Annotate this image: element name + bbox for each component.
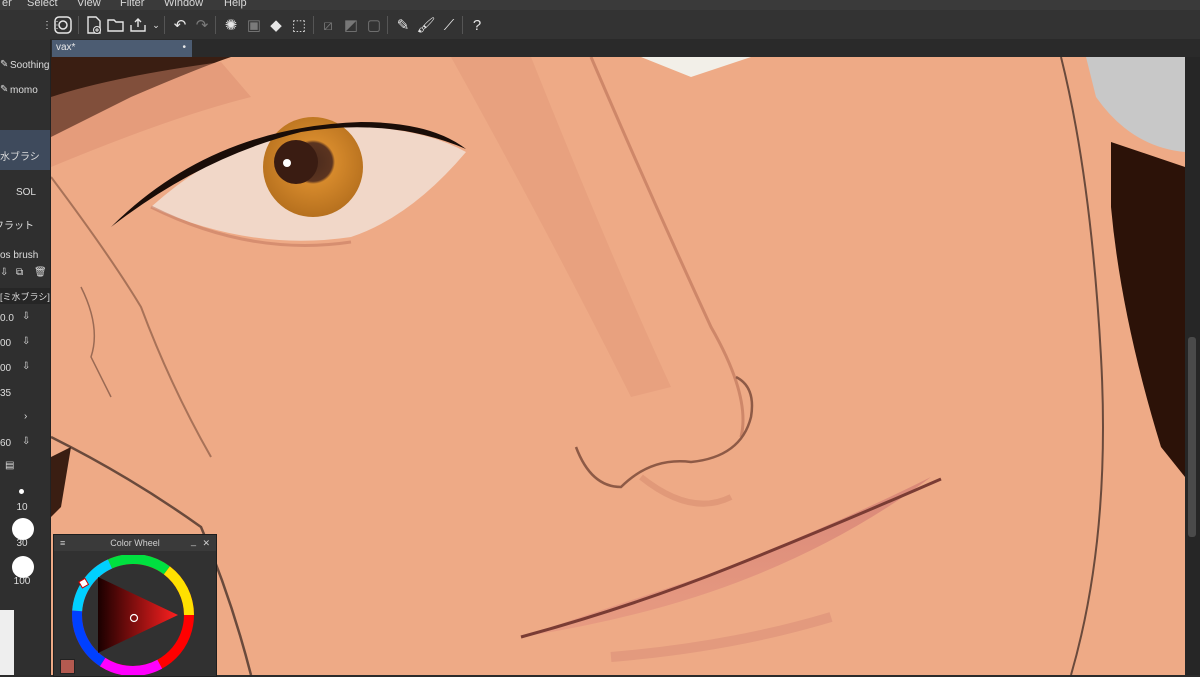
brush-name: 水ブラシ xyxy=(0,152,40,163)
property-value: 00 xyxy=(0,363,12,374)
brush-set-label: os brush xyxy=(0,250,39,261)
brush-size-dot-30[interactable] xyxy=(12,518,34,540)
brush-icon[interactable]: 🖌︎ xyxy=(416,15,436,35)
fill-icon[interactable]: ◆ xyxy=(266,15,286,35)
property-blend[interactable]: 35 xyxy=(0,383,50,405)
transform-icon[interactable]: ⬚ xyxy=(289,15,309,35)
current-color-swatch[interactable] xyxy=(60,659,75,674)
drawing-canvas[interactable] xyxy=(51,57,1185,675)
export-icon[interactable] xyxy=(128,15,148,35)
select-all-icon[interactable]: ▣ xyxy=(244,15,264,35)
help-icon[interactable]: ? xyxy=(467,15,487,35)
download-icon[interactable]: ⇩ xyxy=(0,267,8,278)
property-value: 00 xyxy=(0,338,12,349)
undo-icon[interactable]: ↶ xyxy=(170,15,190,35)
minimize-icon[interactable]: _ xyxy=(191,533,196,549)
close-icon[interactable]: ✕ xyxy=(202,535,210,551)
menu-window[interactable]: Window xyxy=(164,0,203,9)
download-icon[interactable]: ⇩ xyxy=(22,311,30,322)
menu-filter[interactable]: Filter xyxy=(120,0,144,9)
color-wheel-title: Color Wheel xyxy=(110,538,160,548)
property-opacity[interactable]: 00 ⇩ xyxy=(0,333,50,355)
tool-property-panel: ✎ Soothing ✎ momo 水ブラシ SOL フラット os brush… xyxy=(0,40,51,675)
brush-size-panel-header: ▤ xyxy=(0,460,50,474)
brush-name: SOL xyxy=(15,187,36,198)
hue-ring-and-triangle[interactable] xyxy=(68,555,198,675)
redo-icon[interactable]: ↷ xyxy=(192,15,212,35)
brush-size-label: 10 xyxy=(16,502,28,513)
sub-tool-soothing[interactable]: ✎ Soothing xyxy=(0,55,50,77)
brush-size-dot-100[interactable] xyxy=(12,556,34,578)
document-tab-label: vax* xyxy=(56,42,76,53)
brush-item-flat[interactable]: フラット xyxy=(0,212,50,242)
property-density[interactable]: 00 ⇩ xyxy=(0,358,50,380)
brush-item-selected[interactable]: 水ブラシ xyxy=(0,130,50,170)
canvas-scrollbar[interactable] xyxy=(1185,57,1200,675)
scrollbar-thumb[interactable] xyxy=(1188,337,1196,537)
document-tab-bar: vax* • xyxy=(50,39,1200,57)
property-value: 0.0 xyxy=(0,313,14,324)
property-value: 60 xyxy=(0,438,12,449)
sub-tool-momo[interactable]: ✎ momo xyxy=(0,80,50,102)
line-icon[interactable]: ⟋ xyxy=(439,15,459,35)
download-icon[interactable]: ⇩ xyxy=(22,336,30,347)
trash-icon[interactable]: 🗑︎ xyxy=(34,267,47,278)
brush-size-label: 30 xyxy=(16,538,28,549)
brush-tip-icon: ✎ xyxy=(0,59,9,70)
duplicate-icon[interactable]: ⧉ xyxy=(16,267,23,278)
brush-set-dropdown[interactable]: os brush xyxy=(0,248,50,264)
download-icon[interactable]: ⇩ xyxy=(22,361,30,372)
brush-tip-icon: ✎ xyxy=(0,84,9,95)
panel-icon: ▤ xyxy=(5,460,15,471)
menu-view[interactable]: View xyxy=(77,0,101,9)
chevron-right-icon: › xyxy=(24,411,28,422)
app-icon[interactable] xyxy=(53,15,73,35)
brush-name: フラット xyxy=(0,221,34,232)
deselect-icon[interactable]: ⧄ xyxy=(318,15,338,35)
property-title-text: [ミ水ブラシ] xyxy=(0,292,50,302)
artwork xyxy=(51,57,1185,675)
property-size[interactable]: 0.0 ⇩ xyxy=(0,308,50,330)
command-bar: ⋮⋮ ⌄ ↶ ↷ ✺ ▣ ◆ ⬚ ⧄ ◩ ▢ ✎ 🖌︎ ⟋ ? xyxy=(0,10,1200,41)
menu-select[interactable]: Select xyxy=(27,0,58,9)
invert-icon[interactable]: ◩ xyxy=(341,15,361,35)
download-icon[interactable]: ⇩ xyxy=(22,436,30,447)
navigator-thumbnail[interactable] xyxy=(0,610,14,675)
new-canvas-icon[interactable] xyxy=(84,15,104,35)
brush-actions: ⇩ ⧉ 🗑︎ xyxy=(0,266,50,284)
menu-bar: er Select View Filter Window Help xyxy=(0,0,1200,10)
color-wheel-panel: ≡ Color Wheel _ ✕ xyxy=(53,534,217,677)
loading-icon[interactable]: ✺ xyxy=(221,15,241,35)
brush-size-label: 100 xyxy=(13,576,31,587)
pen-icon[interactable]: ✎ xyxy=(393,15,413,35)
property-stabilize[interactable]: 60 ⇩ xyxy=(0,433,50,455)
sub-tool-label: Soothing xyxy=(10,60,50,71)
document-tab[interactable]: vax* • xyxy=(52,40,192,57)
property-title: [ミ水ブラシ] xyxy=(0,288,50,304)
property-value: 35 xyxy=(0,388,12,399)
sub-tool-label: momo xyxy=(10,85,38,96)
property-expand[interactable]: › xyxy=(0,408,50,430)
open-icon[interactable] xyxy=(106,15,126,35)
brush-item-sol[interactable]: SOL xyxy=(0,178,50,208)
border-icon[interactable]: ▢ xyxy=(364,15,384,35)
menu-help[interactable]: Help xyxy=(224,0,247,9)
color-wheel-title-bar[interactable]: ≡ Color Wheel _ ✕ xyxy=(54,535,216,551)
menu-icon[interactable]: ≡ xyxy=(60,535,65,551)
menu-edit[interactable]: er xyxy=(2,0,12,9)
modified-indicator: • xyxy=(182,42,186,53)
chevron-down-icon[interactable]: ⌄ xyxy=(146,15,166,35)
brush-size-dot-10[interactable] xyxy=(19,489,24,494)
